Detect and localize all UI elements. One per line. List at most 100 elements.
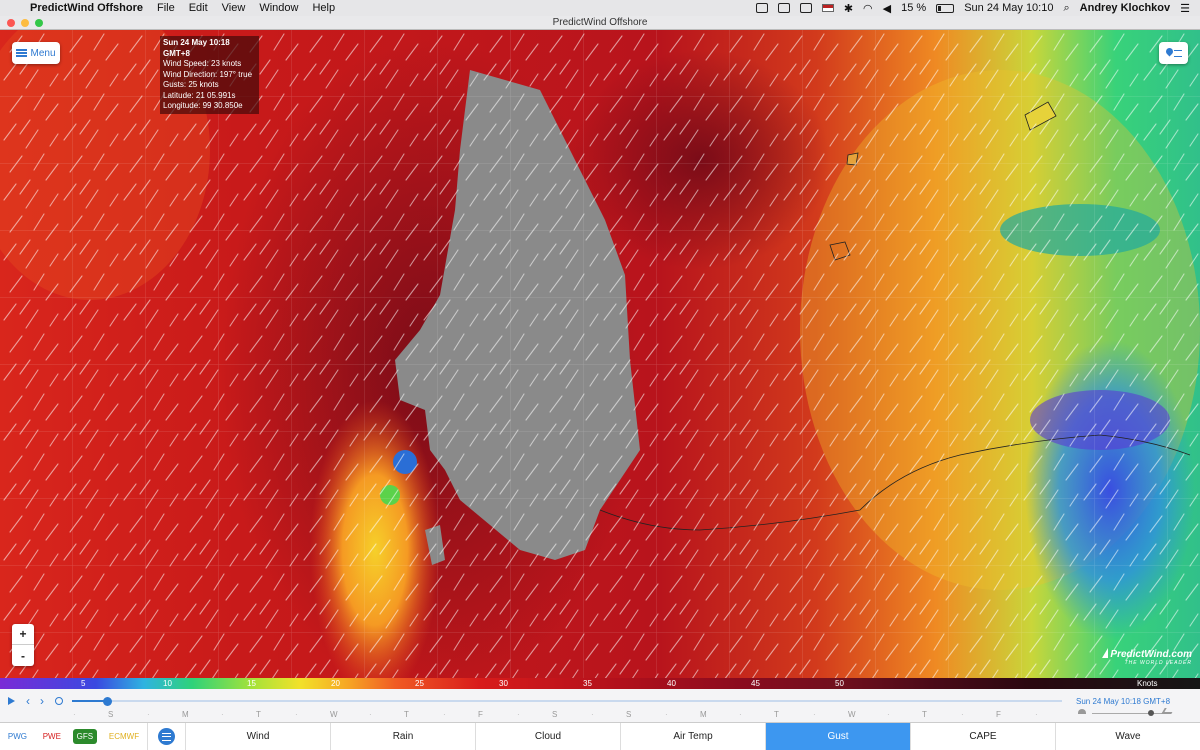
day-label: M (700, 710, 707, 719)
info-gusts: Gusts: 25 knots (163, 80, 219, 89)
day-label: S (626, 710, 632, 719)
gust-color-legend: 5 10 15 20 25 30 35 40 45 50 Knots (0, 678, 1200, 689)
zoom-out-button[interactable]: - (12, 645, 34, 666)
info-latitude: Latitude: 21 05.991s (163, 90, 236, 100)
legend-tick: 15 (247, 679, 256, 688)
menubar-user[interactable]: Andrey Klochkov (1080, 2, 1170, 14)
logo-name: PredictWind.com (1110, 649, 1192, 660)
tab-cloud[interactable]: Cloud (476, 723, 621, 750)
legend-tick: 20 (331, 679, 340, 688)
tab-air-temp[interactable]: Air Temp (621, 723, 766, 750)
app-window: PredictWind Offshore File Edit View Wind… (0, 0, 1200, 750)
menubar-app-name[interactable]: PredictWind Offshore (30, 2, 143, 14)
slow-speed-icon (1078, 709, 1086, 714)
info-wind-direction: Wind Direction: 197° true (163, 69, 253, 79)
wifi-icon[interactable]: ◠ (863, 2, 873, 15)
legend-tick: 40 (667, 679, 676, 688)
time-slider-bar: ‹ › S M T W T F S S M T W T F · · · · · · · · · ·… (0, 689, 1200, 723)
notes-icon[interactable] (777, 3, 790, 13)
day-label: T (404, 710, 409, 719)
day-label: T (922, 710, 927, 719)
minimize-window-icon (21, 19, 29, 27)
menubar-status-area: ✱ ◠ ◀ 15 % Sun 24 May 10:10 ⌕ Andrey Klo… (755, 2, 1200, 15)
volume-icon[interactable]: ◀ (883, 2, 891, 15)
window-title: PredictWind Offshore (552, 17, 648, 28)
gust-heatmap (0, 30, 1200, 678)
weather-map[interactable]: Menu Sun 24 May 10:18 GMT+8 Wind Speed: … (0, 30, 1200, 678)
point-info-popup: Sun 24 May 10:18 GMT+8 Wind Speed: 23 kn… (160, 36, 259, 114)
menu-button[interactable]: Menu (12, 42, 60, 64)
model-pwe[interactable]: PWE (39, 729, 65, 744)
model-pwg[interactable]: PWG (4, 729, 31, 744)
day-label: T (256, 710, 261, 719)
logo-tagline: THE WORLD LEADER (1124, 660, 1192, 666)
markers-list-button[interactable] (1159, 42, 1188, 64)
hamburger-icon (16, 49, 28, 57)
legend-unit: Knots (1137, 679, 1158, 688)
legend-tick: 5 (81, 679, 86, 688)
info-title: Sun 24 May 10:18 GMT+8 (163, 38, 230, 58)
zoom-in-button[interactable]: + (12, 624, 34, 645)
day-label: S (552, 710, 558, 719)
keyboard-icon[interactable] (799, 3, 812, 13)
spotlight-search-icon[interactable]: ⌕ (1063, 2, 1069, 15)
time-slider-knob[interactable] (102, 697, 112, 706)
legend-tick: 35 (583, 679, 592, 688)
info-wind-speed: Wind Speed: 23 knots (163, 59, 242, 68)
current-time-label: Sun 24 May 10:18 GMT+8 (1076, 697, 1171, 706)
window-controls (7, 19, 43, 27)
time-track-fill (72, 700, 107, 702)
day-label: M (182, 710, 189, 719)
zoom-control: + - (12, 624, 34, 666)
legend-tick: 30 (499, 679, 508, 688)
day-label: T (774, 710, 779, 719)
step-forward-icon[interactable]: › (40, 695, 48, 707)
fast-speed-icon (1161, 708, 1175, 714)
day-label: S (108, 710, 114, 719)
battery-icon[interactable] (936, 3, 955, 13)
mac-menubar: PredictWind Offshore File Edit View Wind… (0, 0, 1200, 16)
wind-particles-toggle[interactable] (148, 723, 186, 750)
playback-speed-knob[interactable] (1148, 710, 1154, 716)
model-ecmwf[interactable]: ECMWF (105, 729, 143, 744)
map-marker-list-icon (1166, 48, 1182, 58)
battery-percent: 15 % (901, 2, 927, 14)
menu-edit[interactable]: Edit (189, 2, 208, 14)
legend-tick: 10 (163, 679, 172, 688)
legend-tick: 25 (415, 679, 424, 688)
menubar-datetime[interactable]: Sun 24 May 10:10 (964, 2, 1053, 14)
menu-view[interactable]: View (222, 2, 246, 14)
sail-logo-icon (1102, 648, 1109, 658)
bottom-toolbar: PWG PWE GFS ECMWF Wind Rain Cloud Air Te… (0, 723, 1200, 750)
play-icon[interactable] (8, 697, 15, 705)
notification-list-icon[interactable]: ☰ (1180, 2, 1190, 15)
wind-lines-icon (158, 728, 175, 745)
legend-tick: 45 (751, 679, 760, 688)
menu-file[interactable]: File (157, 2, 175, 14)
day-label: F (478, 710, 483, 719)
tab-cape[interactable]: CAPE (911, 723, 1056, 750)
day-label: W (330, 710, 338, 719)
legend-tick: 50 (835, 679, 844, 688)
model-gfs[interactable]: GFS (72, 729, 98, 744)
loop-icon[interactable] (55, 697, 63, 705)
predictwind-logo: PredictWind.com THE WORLD LEADER (1090, 648, 1192, 666)
bluetooth-icon[interactable]: ✱ (844, 2, 853, 15)
menu-help[interactable]: Help (312, 2, 335, 14)
menu-window[interactable]: Window (259, 2, 298, 14)
dropbox-icon[interactable] (755, 3, 768, 13)
day-label: W (848, 710, 856, 719)
step-back-icon[interactable]: ‹ (26, 695, 34, 707)
us-flag-icon[interactable] (821, 4, 834, 12)
tab-wind[interactable]: Wind (186, 723, 331, 750)
tab-wave[interactable]: Wave (1056, 723, 1200, 750)
info-longitude: Longitude: 99 30.850e (163, 101, 243, 110)
tab-rain[interactable]: Rain (331, 723, 476, 750)
time-track[interactable] (72, 700, 1062, 702)
close-window-icon (7, 19, 15, 27)
tab-gust[interactable]: Gust (766, 723, 911, 750)
window-titlebar: PredictWind Offshore (0, 16, 1200, 30)
zoom-window-icon (35, 19, 43, 27)
model-selector: PWG PWE GFS ECMWF (0, 723, 148, 750)
menu-button-label: Menu (30, 47, 56, 59)
